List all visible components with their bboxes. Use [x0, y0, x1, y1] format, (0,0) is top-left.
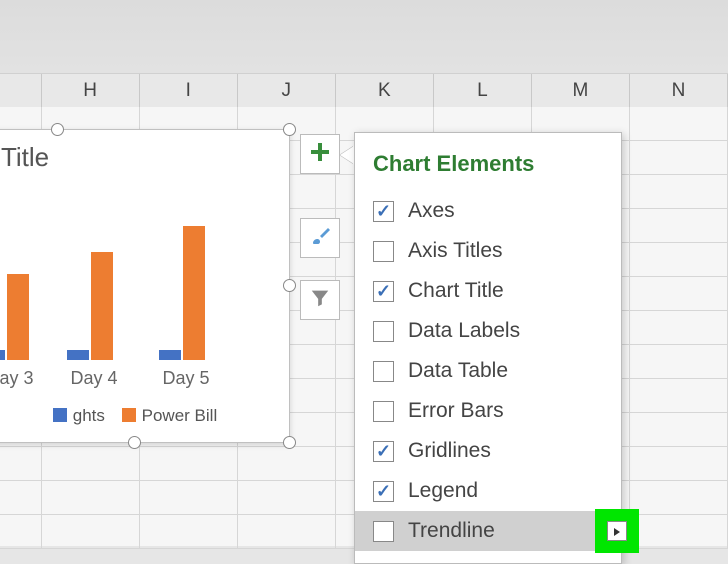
col-header-k[interactable]: K	[336, 74, 434, 108]
col-header-m[interactable]: M	[532, 74, 630, 108]
x-axis-label: Day 3	[0, 360, 45, 389]
chart-element-gridlines[interactable]: Gridlines	[373, 431, 603, 471]
bar-series-1[interactable]	[0, 350, 5, 360]
col-header-partial[interactable]	[0, 74, 42, 108]
checkbox-icon[interactable]	[373, 361, 394, 382]
chart-plot-area[interactable]: Day 3 Day 4 Day 5	[0, 210, 275, 360]
chart-element-label: Gridlines	[408, 439, 491, 463]
chart-element-label: Data Labels	[408, 319, 520, 343]
chart-element-axis-titles[interactable]: Axis Titles	[373, 231, 603, 271]
triangle-right-icon	[613, 519, 621, 543]
chart-styles-button[interactable]	[300, 218, 340, 258]
chart-elements-button[interactable]	[300, 134, 340, 174]
checkbox-icon[interactable]	[373, 321, 394, 342]
column-headers-row: H I J K L M N	[0, 73, 728, 107]
funnel-icon	[309, 287, 331, 314]
submenu-arrow-button[interactable]	[607, 521, 627, 541]
legend-swatch-icon	[53, 408, 67, 422]
chart-element-label: Chart Title	[408, 279, 504, 303]
chart-title[interactable]: t Title	[0, 130, 289, 173]
col-header-h[interactable]: H	[42, 74, 140, 108]
flyout-callout-arrow	[340, 146, 354, 164]
checkbox-icon[interactable]	[373, 521, 394, 542]
chart-elements-list: Axes Axis Titles Chart Title Data Labels…	[373, 191, 603, 551]
checkbox-icon[interactable]	[373, 401, 394, 422]
checkbox-icon[interactable]	[373, 441, 394, 462]
chart-resize-handle[interactable]	[128, 436, 141, 449]
legend-entry[interactable]: Power Bill	[122, 406, 218, 426]
chart-element-label: Axes	[408, 199, 455, 223]
chart-resize-handle[interactable]	[283, 279, 296, 292]
x-axis-label: Day 4	[59, 360, 129, 389]
chart-resize-handle[interactable]	[283, 436, 296, 449]
chart-resize-handle[interactable]	[51, 123, 64, 136]
paintbrush-icon	[308, 224, 332, 253]
ribbon-area-blurred	[0, 0, 728, 73]
chart-element-axes[interactable]: Axes	[373, 191, 603, 231]
chart-elements-flyout: Chart Elements Axes Axis Titles Chart Ti…	[354, 132, 622, 564]
chart-element-data-table[interactable]: Data Table	[373, 351, 603, 391]
checkbox-icon[interactable]	[373, 201, 394, 222]
chart-element-chart-title[interactable]: Chart Title	[373, 271, 603, 311]
checkbox-icon[interactable]	[373, 241, 394, 262]
chart-element-data-labels[interactable]: Data Labels	[373, 311, 603, 351]
legend-swatch-icon	[122, 408, 136, 422]
x-axis-label: Day 5	[151, 360, 221, 389]
embedded-chart[interactable]: t Title Day 3 Day 4 Day 5 ghts Power Bil…	[0, 129, 290, 443]
bar-series-1[interactable]	[67, 350, 89, 360]
legend-label: Power Bill	[142, 406, 218, 425]
plus-icon	[308, 140, 332, 169]
chart-element-error-bars[interactable]: Error Bars	[373, 391, 603, 431]
col-header-n[interactable]: N	[630, 74, 728, 108]
chart-element-trendline[interactable]: Trendline	[355, 511, 621, 551]
chart-element-label: Legend	[408, 479, 478, 503]
checkbox-icon[interactable]	[373, 481, 394, 502]
chart-element-label: Trendline	[408, 519, 495, 543]
chart-filters-button[interactable]	[300, 280, 340, 320]
chart-resize-handle[interactable]	[283, 123, 296, 136]
col-header-l[interactable]: L	[434, 74, 532, 108]
legend-entry[interactable]: ghts	[53, 406, 105, 426]
chart-element-label: Axis Titles	[408, 239, 503, 263]
flyout-title: Chart Elements	[373, 151, 603, 177]
chart-element-legend[interactable]: Legend	[373, 471, 603, 511]
trendline-submenu-highlight	[599, 513, 635, 549]
bar-series-2[interactable]	[91, 252, 113, 360]
legend-label: ghts	[73, 406, 105, 425]
chart-element-label: Data Table	[408, 359, 508, 383]
bar-series-2[interactable]	[183, 226, 205, 360]
chart-element-label: Error Bars	[408, 399, 504, 423]
checkbox-icon[interactable]	[373, 281, 394, 302]
bar-series-1[interactable]	[159, 350, 181, 360]
col-header-i[interactable]: I	[140, 74, 238, 108]
chart-legend[interactable]: ghts Power Bill	[0, 406, 289, 426]
col-header-j[interactable]: J	[238, 74, 336, 108]
bar-series-2[interactable]	[7, 274, 29, 360]
